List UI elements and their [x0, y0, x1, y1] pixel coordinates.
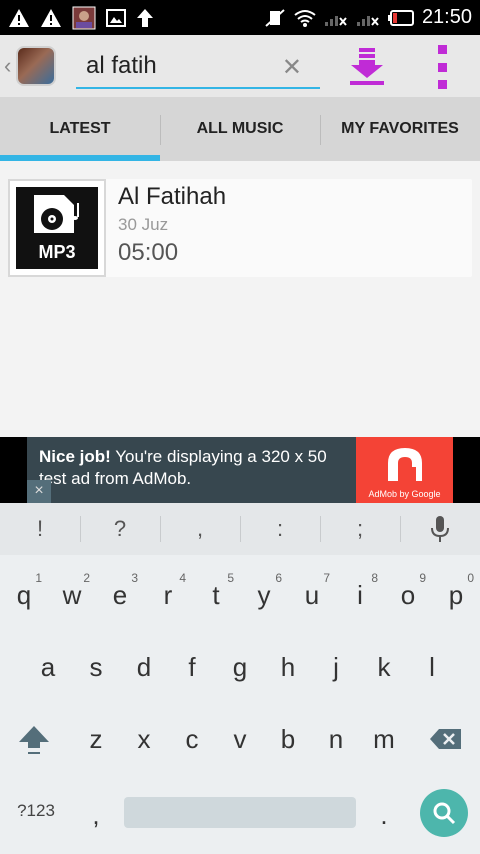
list-item[interactable]: MP3 Al Fatihah 30 Juz 05:00 [8, 179, 472, 277]
period-key[interactable]: . [360, 785, 408, 845]
app-notification-icon [72, 6, 96, 30]
tab-all-music[interactable]: ALL MUSIC [160, 97, 320, 161]
key-n[interactable]: n [312, 709, 360, 769]
warning-icon [40, 8, 62, 28]
tab-label: LATEST [49, 120, 111, 137]
key-w[interactable]: w2 [48, 565, 96, 625]
mic-button[interactable] [400, 503, 480, 555]
mp3-file-icon: MP3 [16, 187, 98, 269]
tab-label: MY FAVORITES [341, 120, 459, 137]
download-icon [350, 48, 384, 85]
comma-key[interactable]: , [72, 785, 120, 845]
close-icon[interactable]: ✕ [282, 53, 302, 82]
key-v[interactable]: v [216, 709, 264, 769]
key-f[interactable]: f [168, 637, 216, 697]
key-a[interactable]: a [24, 637, 72, 697]
tab-my-favorites[interactable]: MY FAVORITES [320, 97, 480, 161]
admob-logo: AdMob by Google [356, 437, 453, 503]
ad-content[interactable]: Nice job! You're displaying a 320 x 50 t… [27, 437, 453, 503]
key-z[interactable]: z [72, 709, 120, 769]
warning-icon [8, 8, 30, 28]
key-m[interactable]: m [360, 709, 408, 769]
shift-key[interactable] [10, 709, 58, 769]
ad-bold-text: Nice job! [39, 447, 111, 466]
key-q[interactable]: q1 [0, 565, 48, 625]
vibrate-off-icon [264, 8, 286, 28]
tab-bar: LATEST ALL MUSIC MY FAVORITES [0, 97, 480, 161]
key-b[interactable]: b [264, 709, 312, 769]
ad-banner[interactable]: Nice job! You're displaying a 320 x 50 t… [0, 437, 480, 503]
key-p[interactable]: p0 [432, 565, 480, 625]
key-u[interactable]: u7 [288, 565, 336, 625]
item-duration: 05:00 [118, 239, 179, 266]
key-g[interactable]: g [216, 637, 264, 697]
symbols-key[interactable]: ?123 [4, 781, 68, 841]
download-button[interactable] [346, 45, 388, 87]
key-o[interactable]: o9 [384, 565, 432, 625]
search-icon [433, 802, 456, 825]
tab-latest[interactable]: LATEST [0, 97, 160, 161]
track-list: MP3 Al Fatihah 30 Juz 05:00 [0, 161, 480, 437]
search-enter-button[interactable] [420, 789, 468, 837]
key-e[interactable]: e3 [96, 565, 144, 625]
key-r[interactable]: r4 [144, 565, 192, 625]
key-k[interactable]: k [360, 637, 408, 697]
back-chevron-icon[interactable]: ‹ [4, 53, 16, 79]
key-i[interactable]: i8 [336, 565, 384, 625]
signal-icon [324, 9, 348, 27]
signal-icon [356, 9, 380, 27]
action-bar: ‹ ✕ [0, 35, 480, 97]
search-field[interactable]: ✕ [76, 47, 320, 89]
status-bar: 21:50 [0, 0, 480, 35]
key-t[interactable]: t5 [192, 565, 240, 625]
key-x[interactable]: x [120, 709, 168, 769]
key-h[interactable]: h [264, 637, 312, 697]
suggestion-key[interactable]: ! [0, 503, 80, 555]
ad-brand-text: AdMob by Google [368, 489, 441, 499]
battery-icon [387, 9, 414, 26]
space-bar[interactable] [124, 797, 356, 828]
suggestion-key[interactable]: : [240, 503, 320, 555]
clock: 21:50 [421, 6, 472, 28]
image-icon [106, 8, 126, 27]
backspace-key[interactable] [422, 709, 470, 769]
microphone-icon [431, 516, 449, 542]
item-subtitle: 30 Juz [118, 215, 169, 234]
upload-arrow-icon [136, 8, 154, 28]
tab-label: ALL MUSIC [196, 120, 284, 137]
suggestion-key[interactable]: ? [80, 503, 160, 555]
suggestion-strip: ! ? , : ; [0, 503, 480, 555]
ad-text: Nice job! You're displaying a 320 x 50 t… [39, 446, 357, 490]
key-d[interactable]: d [120, 637, 168, 697]
overflow-menu-icon[interactable] [430, 45, 454, 89]
shift-icon [19, 726, 49, 754]
app-logo[interactable] [16, 46, 56, 86]
mp3-label: MP3 [38, 242, 76, 262]
search-input[interactable] [86, 49, 276, 83]
suggestion-key[interactable]: ; [320, 503, 400, 555]
item-title: Al Fatihah [118, 183, 227, 210]
suggestion-key[interactable]: , [160, 503, 240, 555]
key-l[interactable]: l [408, 637, 456, 697]
ad-close-icon[interactable]: × [27, 480, 51, 503]
screen: 21:50 ‹ ✕ LATEST ALL MUSIC MY FAVORITES [0, 0, 480, 854]
key-c[interactable]: c [168, 709, 216, 769]
key-j[interactable]: j [312, 637, 360, 697]
soft-keyboard: ! ? , : ; q1 w2 e3 r4 t5 y6 u7 i8 o9 p0 … [0, 503, 480, 854]
backspace-icon [430, 729, 461, 749]
key-y[interactable]: y6 [240, 565, 288, 625]
key-s[interactable]: s [72, 637, 120, 697]
mp3-thumbnail: MP3 [8, 179, 106, 277]
wifi-icon [294, 9, 316, 27]
